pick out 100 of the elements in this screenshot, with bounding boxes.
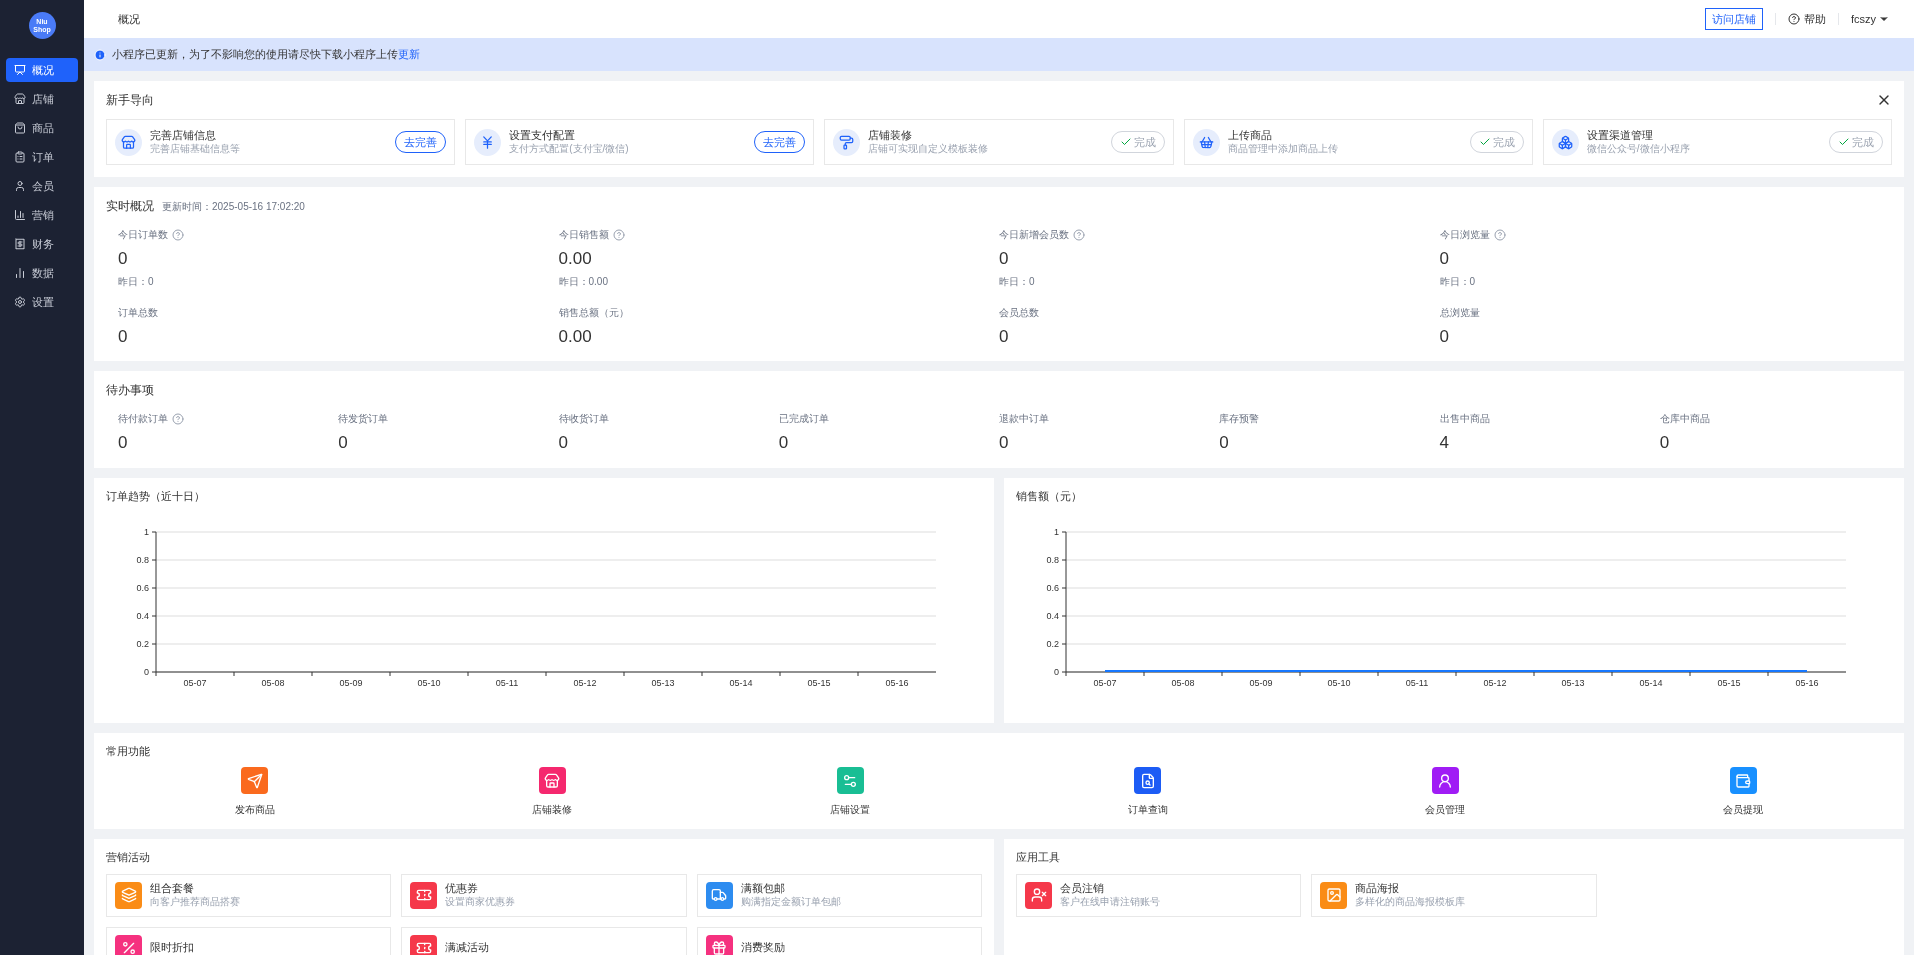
stat-value: 0 [1219,432,1230,454]
axis-tick-label: 05-14 [729,678,753,688]
axis-tick-label: 05-10 [1327,678,1351,688]
tool-title: 商品海报 [1355,881,1401,896]
tool-desc: 客户在线申请注销账号 [1060,895,1160,909]
user-menu[interactable]: fcszy [1850,10,1890,28]
axis-tick-label: 0.8 [1046,555,1059,565]
axis-tick-label: 05-12 [573,678,597,688]
yesterday-value: 昨日：0 [118,274,155,289]
stat-label: 已完成订单 [778,412,829,426]
sidebar-item[interactable]: 营销 [6,203,78,227]
stat-value: 4 [1439,432,1450,454]
guide-desc: 微信公众号/微信小程序 [1586,142,1690,156]
sidebar-item[interactable]: 设置 [6,290,78,314]
axis-tick-label: 05-11 [495,678,519,688]
axis-tick-label: 05-12 [1483,678,1507,688]
shortcut-item[interactable]: 订单查询 [999,767,1297,817]
tool-title: 满额包邮 [740,881,786,896]
sidebar-item[interactable]: 数据 [6,261,78,285]
sidebar-item[interactable]: 商品 [6,116,78,140]
stat-value: 0 [999,248,1010,270]
guide-title: 完善店铺信息 [150,128,217,143]
chart-title: 销售额（元） [1016,488,1082,504]
stat-label: 订单总数 [118,305,159,320]
tool-desc: 购满指定金额订单包邮 [740,895,841,909]
stat-value: 0 [778,432,790,454]
shortcut-item[interactable]: 会员管理 [1296,767,1595,817]
axis-tick-label: 05-11 [1405,678,1429,688]
shortcut-item[interactable]: 发布商品 [106,767,404,817]
axis-tick-label: 05-08 [1171,678,1195,688]
stat-label: 今日销售额 [558,228,609,242]
stat-label: 今日浏览量 [1439,228,1490,242]
stat-label: 出售中商品 [1439,412,1490,426]
axis-tick-label: 0.2 [136,639,149,649]
tool-title: 限时折扣 [150,941,194,955]
section-title: 常用功能 [106,743,150,759]
stat-label: 库存预警 [1219,412,1260,426]
yesterday-value: 昨日：0 [1439,274,1477,289]
stat-label: 今日订单数 [118,228,168,242]
stat-label: 退款中订单 [999,412,1049,426]
chart-title: 订单趋势（近十日） [106,488,205,504]
tool-desc: 设置商家优惠券 [445,895,516,909]
axis-tick-label: 0.6 [136,583,149,593]
visit-store-button[interactable]: 访问店铺 [1704,7,1763,31]
tool-card[interactable]: 满额包邮 购满指定金额订单包邮 [696,873,982,917]
sidebar-item[interactable]: 店铺 [6,87,78,111]
axis-tick-label: 05-07 [1093,678,1117,688]
axis-tick-label: 0.6 [1046,583,1059,593]
axis-tick-label: 05-10 [417,678,441,688]
update-link[interactable]: 更新 [398,48,420,61]
stat-label: 会员总数 [999,305,1040,320]
guide-desc: 商品管理中添加商品上传 [1227,142,1338,156]
shortcut-item[interactable]: 店铺设置 [701,767,999,817]
tool-desc: 多样化的商品海报模板库 [1355,895,1466,909]
guide-title: 设置渠道管理 [1586,128,1654,143]
shortcut-item[interactable]: 店铺装修 [403,767,702,817]
axis-tick-label: 05-09 [1249,678,1273,688]
stat-label: 今日新增会员数 [999,228,1069,242]
tool-desc: 向客户推荐商品搭赛 [150,895,240,909]
breadcrumb: 概况 [118,11,140,27]
tool-card[interactable]: 会员注销 客户在线申请注销账号 [1016,873,1302,917]
stat-value: 0 [1659,432,1671,454]
stat-value: 0 [118,248,129,270]
tool-card[interactable]: 商品海报 多样化的商品海报模板库 [1311,873,1597,917]
sidebar-item[interactable]: 订单 [6,145,78,169]
section-title: 新手导向 [106,92,154,109]
tool-title: 满减活动 [445,941,490,955]
stat-label: 待付款订单 [118,412,168,426]
sidebar-item[interactable]: 财务 [6,232,78,256]
tool-card[interactable]: 组合套餐 向客户推荐商品搭赛 [106,873,392,917]
axis-tick-label: 05-07 [183,678,207,688]
stat-value: 0 [1439,325,1450,348]
stat-label: 仓库中商品 [1659,412,1710,426]
tool-title: 组合套餐 [150,881,195,896]
guide-title: 店铺装修 [868,128,914,143]
axis-tick-label: 0 [144,667,149,677]
stat-value: 0 [999,325,1010,348]
axis-tick-label: 0.4 [136,611,149,621]
axis-tick-label: 05-13 [651,678,675,688]
guide-desc: 支付方式配置(支付宝/微信) [509,142,629,156]
section-title: 应用工具 [1016,850,1060,865]
tool-card[interactable]: 消费奖励 [696,926,982,955]
axis-tick-label: 0 [1054,667,1059,677]
tool-card[interactable]: 限时折扣 [106,926,392,955]
sidebar-item[interactable]: 概况 [6,58,78,82]
tool-card[interactable]: 优惠券 设置商家优惠券 [401,873,687,917]
stat-label: 待发货订单 [338,412,389,426]
stat-value: 0 [118,325,129,348]
sidebar-item[interactable]: 会员 [6,174,78,198]
shortcut-item[interactable]: 会员提现 [1594,767,1892,817]
notice-text: 小程序已更新，为了不影响您的使用请尽快下载小程序上传更新 [112,47,420,63]
guide-desc: 完善店铺基础信息等 [150,142,240,156]
help-link[interactable]: 帮助 [1787,10,1826,28]
section-title: 营销活动 [106,850,150,865]
axis-tick-label: 05-08 [261,678,285,688]
section-title: 待办事项 [106,382,154,399]
axis-tick-label: 1 [1054,527,1059,537]
stat-value: 0.00 [558,325,593,348]
tool-card[interactable]: 满减活动 [401,926,687,955]
guide-desc: 店铺可实现自定义模板装修 [868,142,989,156]
